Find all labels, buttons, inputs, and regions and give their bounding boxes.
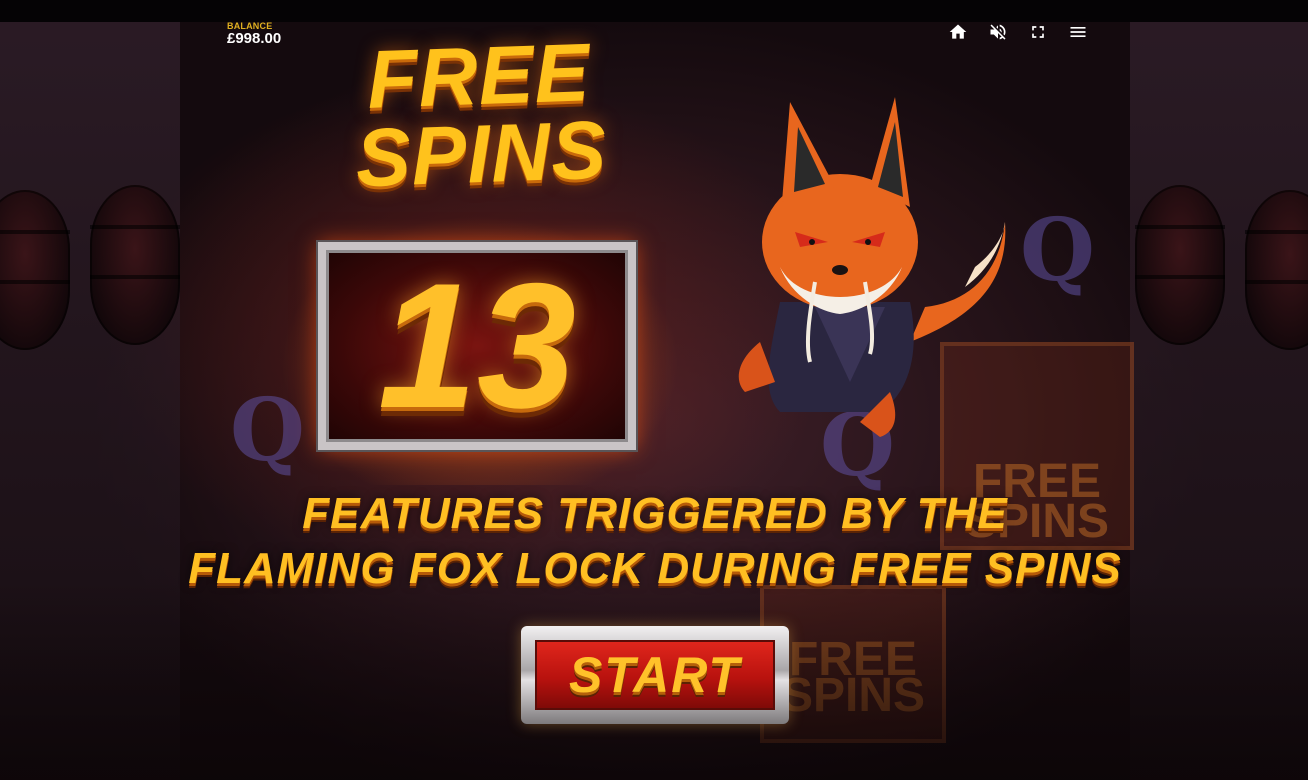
sound-button[interactable] [986, 20, 1010, 44]
ninja-fox-character [738, 97, 1006, 437]
feature-line-2: FLAMING FOX LOCK DURING FREE SPINS [188, 544, 1122, 593]
lantern-decoration [1245, 190, 1308, 350]
feature-description: FEATURES TRIGGERED BY THE FLAMING FOX LO… [140, 486, 1170, 596]
hamburger-menu-icon [1070, 27, 1086, 37]
home-button[interactable] [946, 20, 970, 44]
lantern-decoration [0, 190, 70, 350]
feature-line-1: FEATURES TRIGGERED BY THE [302, 489, 1008, 538]
free-spins-count: 13 [378, 246, 576, 445]
free-spins-title: FREE SPINS [317, 27, 642, 205]
sound-muted-icon [990, 24, 1006, 40]
balance-display: BALANCE £998.00 [227, 21, 281, 47]
game-stage: Q Q Q FREE SPINS FREE SPINS BALANCE £998… [0, 0, 1308, 780]
start-button-face: START [535, 640, 775, 710]
title-line-2: SPINS [354, 104, 609, 205]
start-button[interactable]: START [521, 626, 789, 724]
fullscreen-icon [1032, 26, 1044, 38]
menu-button[interactable] [1066, 20, 1090, 44]
balance-value: £998.00 [227, 30, 282, 47]
free-spins-count-box: 13 [316, 240, 638, 452]
lantern-decoration [1135, 185, 1225, 345]
lantern-decoration [90, 185, 180, 345]
top-bar [0, 0, 1308, 22]
fullscreen-button[interactable] [1026, 20, 1050, 44]
start-button-label: START [568, 647, 742, 703]
background-q-symbol: Q [1020, 200, 1095, 301]
home-icon [949, 24, 967, 39]
